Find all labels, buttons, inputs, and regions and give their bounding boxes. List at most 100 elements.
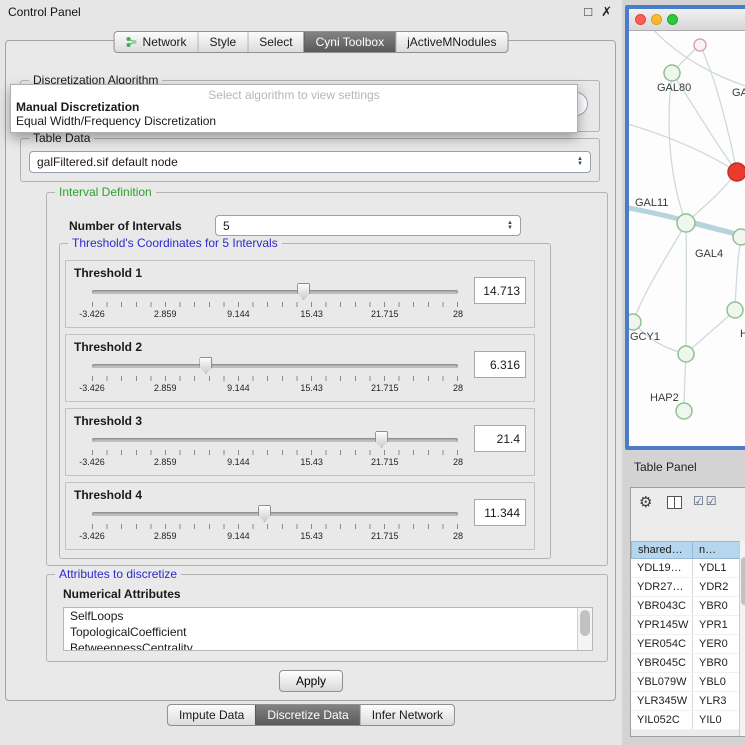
threshold-panel-1: Threshold 1 -3.426 2.859 9.144 15.43 21.…	[65, 260, 535, 328]
slider-track[interactable]	[92, 364, 458, 368]
threshold-4-slider[interactable]: -3.426 2.859 9.144 15.43 21.715 28	[92, 505, 458, 543]
node-label-gal11: GAL11	[635, 197, 668, 209]
network-node-gcy1[interactable]	[629, 314, 641, 330]
slider-track[interactable]	[92, 290, 458, 294]
table-cell[interactable]: YDL1	[693, 559, 745, 577]
tick-label: 9.144	[227, 457, 250, 467]
close-panel-icon[interactable]: ✗	[601, 4, 612, 20]
table-cell[interactable]: YDL19…	[631, 559, 693, 577]
close-window-icon[interactable]	[635, 14, 646, 25]
table-row[interactable]: YDL19…YDL1	[631, 559, 745, 578]
threshold-label: Threshold 2	[74, 340, 142, 354]
numerical-attributes-label: Numerical Attributes	[63, 587, 181, 601]
table-cell[interactable]: YBL0	[693, 673, 745, 691]
table-cell[interactable]: YBL079W	[631, 673, 693, 691]
tick-label: 21.715	[371, 457, 399, 467]
tab-jactivemnodules[interactable]: jActiveMNodules	[395, 32, 507, 52]
table-cell[interactable]: YDR2	[693, 578, 745, 596]
tab-select[interactable]: Select	[247, 32, 303, 52]
table-row[interactable]: YIL052CYIL0	[631, 711, 745, 730]
tick-label: 28	[453, 309, 463, 319]
threshold-3-slider[interactable]: -3.426 2.859 9.144 15.43 21.715 28	[92, 431, 458, 469]
tab-cyni-toolbox[interactable]: Cyni Toolbox	[304, 32, 395, 52]
table-cell[interactable]: YIL052C	[631, 711, 693, 729]
table-row[interactable]: YBR045CYBR0	[631, 654, 745, 673]
network-node-gal80[interactable]	[664, 65, 680, 81]
tick-label: 15.43	[300, 383, 323, 393]
table-cell[interactable]: YBR043C	[631, 597, 693, 615]
table-cell[interactable]: YPR1	[693, 616, 745, 634]
table-scrollbar[interactable]	[739, 541, 745, 737]
selected-network-node[interactable]	[728, 163, 745, 181]
tab-discretize-data[interactable]: Discretize Data	[255, 705, 359, 725]
checkbox-icons[interactable]: ☑☑	[693, 494, 719, 508]
combobox-stepper-icon: ▲▼	[577, 157, 583, 167]
list-item[interactable]: SelfLoops	[64, 608, 592, 624]
threshold-label: Threshold 4	[74, 488, 142, 502]
column-header-shared-name[interactable]: shared…	[631, 541, 693, 559]
table-cell[interactable]: YBR045C	[631, 654, 693, 672]
network-node[interactable]	[727, 302, 743, 318]
table-cell[interactable]: YLR3	[693, 692, 745, 710]
scrollbar-thumb[interactable]	[741, 557, 745, 605]
slider-thumb[interactable]	[258, 505, 271, 522]
scrollbar-thumb[interactable]	[580, 610, 590, 636]
slider-thumb[interactable]	[375, 431, 388, 448]
algorithm-dropdown-popup: Select algorithm to view settings Manual…	[10, 84, 578, 133]
table-cell[interactable]: YER054C	[631, 635, 693, 653]
table-cell[interactable]: YPR145W	[631, 616, 693, 634]
table-data-combobox[interactable]: galFiltered.sif default node ▲▼	[29, 151, 591, 173]
tick-label: 9.144	[227, 383, 250, 393]
threshold-1-value-field[interactable]: 14.713	[474, 277, 526, 304]
slider-thumb[interactable]	[297, 283, 310, 300]
number-of-intervals-combobox[interactable]: 5 ▲▼	[215, 215, 521, 236]
dropdown-option-equal-width[interactable]: Equal Width/Frequency Discretization	[11, 113, 577, 127]
network-node-gal11[interactable]	[677, 214, 695, 232]
table-row[interactable]: YER054CYER0	[631, 635, 745, 654]
network-node[interactable]	[694, 39, 706, 51]
columns-icon[interactable]	[667, 496, 682, 509]
threshold-2-slider[interactable]: -3.426 2.859 9.144 15.43 21.715 28	[92, 357, 458, 395]
table-row[interactable]: YLR345WYLR3	[631, 692, 745, 711]
gear-icon[interactable]: ⚙	[639, 493, 652, 511]
apply-button[interactable]: Apply	[279, 670, 343, 692]
table-row[interactable]: YPR145WYPR1	[631, 616, 745, 635]
table-cell[interactable]: YLR345W	[631, 692, 693, 710]
slider-track[interactable]	[92, 512, 458, 516]
tab-infer-network[interactable]: Infer Network	[360, 705, 454, 725]
table-cell[interactable]: YER0	[693, 635, 745, 653]
threshold-2-value-field[interactable]: 6.316	[474, 351, 526, 378]
dropdown-placeholder-option[interactable]: Select algorithm to view settings	[11, 85, 577, 99]
network-view-window[interactable]: GAL80 GA GAL11 GAL4 GCY1 HAP2 H	[625, 5, 745, 450]
network-canvas[interactable]: GAL80 GA GAL11 GAL4 GCY1 HAP2 H	[629, 31, 745, 445]
slider-thumb[interactable]	[199, 357, 212, 374]
table-header-row: shared… n…	[631, 541, 745, 559]
table-cell[interactable]: YBR0	[693, 654, 745, 672]
column-header-name[interactable]: n…	[693, 541, 745, 559]
list-scrollbar[interactable]	[577, 608, 592, 650]
table-row[interactable]: YBL079WYBL0	[631, 673, 745, 692]
table-cell[interactable]: YDR27…	[631, 578, 693, 596]
network-node-hap2[interactable]	[676, 403, 692, 419]
list-item[interactable]: TopologicalCoefficient	[64, 624, 592, 640]
threshold-1-slider[interactable]: -3.426 2.859 9.144 15.43 21.715 28	[92, 283, 458, 321]
table-cell[interactable]: YIL0	[693, 711, 745, 729]
minimize-window-icon[interactable]	[651, 14, 662, 25]
zoom-window-icon[interactable]	[667, 14, 678, 25]
tab-impute-data[interactable]: Impute Data	[168, 705, 255, 725]
tick-label: 15.43	[300, 457, 323, 467]
float-window-icon[interactable]: □	[584, 4, 592, 20]
table-cell[interactable]: YBR0	[693, 597, 745, 615]
tab-style[interactable]: Style	[198, 32, 248, 52]
network-node[interactable]	[678, 346, 694, 362]
network-node[interactable]	[733, 229, 745, 245]
tab-network[interactable]: Network	[115, 32, 198, 52]
numerical-attributes-list[interactable]: SelfLoops TopologicalCoefficient Between…	[63, 607, 593, 651]
table-row[interactable]: YDR27…YDR2	[631, 578, 745, 597]
slider-track[interactable]	[92, 438, 458, 442]
list-item[interactable]: BetweennessCentrality	[64, 640, 592, 651]
threshold-4-value-field[interactable]: 11.344	[474, 499, 526, 526]
tab-label: Select	[259, 35, 292, 49]
table-row[interactable]: YBR043CYBR0	[631, 597, 745, 616]
threshold-3-value-field[interactable]: 21.4	[474, 425, 526, 452]
